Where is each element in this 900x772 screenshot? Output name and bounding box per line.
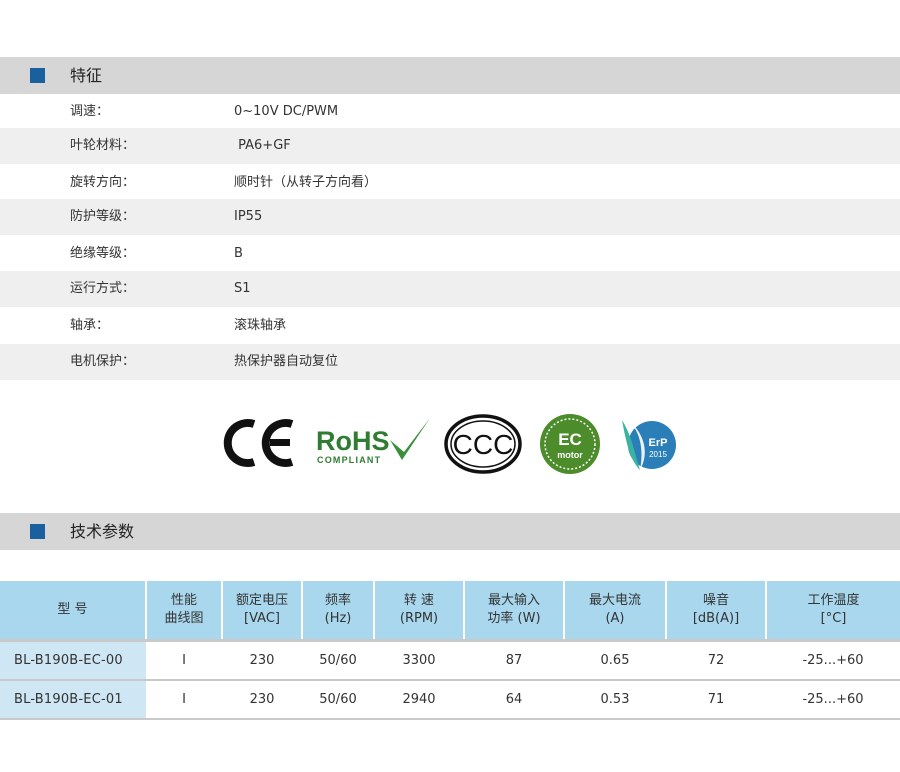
col-header-speed: 转 速 (RPM) [374, 581, 465, 641]
temperature-cell: -25...+60 [766, 639, 900, 681]
feature-row: 旋转方向： 顺时针（从转子方向看） [0, 165, 900, 201]
section-marker-icon [30, 68, 45, 83]
erp-year-text: 2015 [649, 450, 667, 459]
ccc-logo-icon: CCC [444, 414, 522, 474]
speed-cell: 2940 [374, 680, 464, 720]
ec-motor-logo-icon: EC motor [540, 414, 600, 474]
power-cell: 87 [464, 639, 564, 681]
col-header-model: 型 号 [0, 581, 147, 641]
feature-value: IP55 [234, 209, 263, 224]
col-header-temperature: 工作温度 [°C] [766, 581, 900, 641]
table-row: BL-B190B-EC-00 I 230 50/60 3300 87 0.65 … [0, 639, 900, 681]
ec-motor-text: motor [557, 450, 583, 460]
current-cell: 0.53 [564, 680, 666, 720]
col-header-frequency: 频率 (Hz) [302, 581, 375, 641]
feature-label: 绝缘等级： [70, 246, 136, 261]
col-header-current: 最大电流 (A) [564, 581, 667, 641]
frequency-cell: 50/60 [302, 639, 374, 681]
feature-value: S1 [234, 281, 251, 296]
feature-row: 运行方式： S1 [0, 271, 900, 307]
feature-value: 热保护器自动复位 [234, 354, 339, 369]
feature-label: 轴承： [70, 318, 110, 333]
curve-link-cell[interactable]: I [146, 680, 222, 720]
feature-row: 电机保护： 热保护器自动复位 [0, 344, 900, 380]
features-title: 特征 [70, 66, 103, 85]
section-marker-icon [30, 524, 45, 539]
feature-label: 防护等级： [70, 209, 136, 224]
frequency-cell: 50/60 [302, 680, 374, 720]
feature-value: 顺时针（从转子方向看） [234, 175, 378, 190]
speed-cell: 3300 [374, 639, 464, 681]
certification-logos: RoHS COMPLIANT CCC EC motor ErP 2015 [0, 412, 900, 478]
tech-params-title: 技术参数 [70, 522, 135, 541]
noise-cell: 72 [666, 639, 766, 681]
model-cell: BL-B190B-EC-01 [0, 680, 146, 720]
model-cell: BL-B190B-EC-00 [0, 639, 146, 681]
feature-label: 运行方式： [70, 281, 136, 296]
features-header: 特征 [0, 57, 900, 94]
feature-row: 绝缘等级： B [0, 236, 900, 272]
col-header-power: 最大输入 功率 (W) [464, 581, 565, 641]
temperature-cell: -25...+60 [766, 680, 900, 720]
curve-link-cell[interactable]: I [146, 639, 222, 681]
feature-value: PA6+GF [234, 138, 291, 153]
feature-row: 轴承： 滚珠轴承 [0, 308, 900, 344]
rohs-text: RoHS [316, 426, 390, 456]
feature-label: 电机保护： [70, 354, 136, 369]
feature-label: 调速： [70, 104, 110, 119]
feature-label: 旋转方向： [70, 175, 136, 190]
current-cell: 0.65 [564, 639, 666, 681]
tech-params-header: 技术参数 [0, 513, 900, 550]
ce-mark-icon [223, 419, 294, 467]
feature-value: 0~10V DC/PWM [234, 104, 339, 119]
table-header-row: 型 号 性能 曲线图 额定电压 [VAC] 频率 (Hz) 转 速 (RPM) 最大输入… [0, 581, 900, 641]
erp-2015-logo-icon: ErP 2015 [622, 418, 676, 470]
col-header-voltage: 额定电压 [VAC] [222, 581, 303, 641]
ec-text: EC [558, 430, 582, 449]
noise-cell: 71 [666, 680, 766, 720]
voltage-cell: 230 [222, 680, 302, 720]
table-row: BL-B190B-EC-01 I 230 50/60 2940 64 0.53 … [0, 680, 900, 720]
feature-value: 滚珠轴承 [234, 318, 287, 333]
rohs-logo-icon: RoHS COMPLIANT [316, 418, 430, 465]
spec-table: 型 号 性能 曲线图 额定电压 [VAC] 频率 (Hz) 转 速 (RPM) 最大输入… [0, 581, 900, 720]
feature-value: B [234, 246, 243, 261]
col-header-curve: 性能 曲线图 [146, 581, 223, 641]
rohs-compliant-text: COMPLIANT [317, 455, 381, 465]
feature-row: 防护等级： IP55 [0, 199, 900, 235]
erp-text: ErP [649, 437, 668, 449]
feature-label: 叶轮材料： [70, 138, 136, 153]
feature-row: 调速： 0~10V DC/PWM [0, 94, 900, 130]
ccc-text: CCC [453, 429, 514, 460]
col-header-noise: 噪音 [dB(A)] [666, 581, 767, 641]
voltage-cell: 230 [222, 639, 302, 681]
feature-row: 叶轮材料： PA6+GF [0, 128, 900, 164]
power-cell: 64 [464, 680, 564, 720]
